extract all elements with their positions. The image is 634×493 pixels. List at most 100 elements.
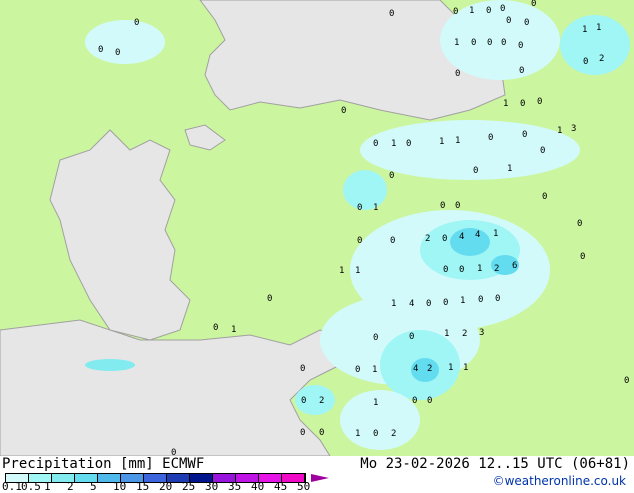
precip-value-label: 3 (571, 124, 576, 134)
precip-value-label: 0 (531, 0, 536, 9)
precip-value-label: 4 (475, 230, 480, 240)
map-title: Precipitation [mm] ECMWF (2, 456, 205, 472)
precip-value-label: 1 (448, 363, 453, 373)
precip-value-label: 0 (453, 7, 458, 17)
precip-value-label: 0 (319, 428, 324, 438)
scale-tick-label: 10 (113, 480, 127, 493)
scale-tick-label: 5 (90, 480, 97, 493)
color-scale-arrow (311, 474, 329, 482)
precip-value-label: 1 (373, 398, 378, 408)
precip-value-label: 0 (213, 323, 218, 333)
precip-value-label: 0 (522, 130, 527, 140)
precip-value-label: 0 (389, 171, 394, 181)
precip-value-label: 0 (412, 396, 417, 406)
scale-tick-label: 15 (136, 480, 150, 493)
precip-value-label: 3 (479, 328, 484, 338)
precip-value-label: 0 (524, 18, 529, 28)
precip-value-label: 1 (444, 329, 449, 339)
precip-value-label: 0 (390, 236, 395, 246)
precip-value-label: 0 (455, 69, 460, 79)
scale-tick-label: 2 (67, 480, 74, 493)
scale-tick-label: 25 (182, 480, 196, 493)
precip-value-label: 4 (459, 232, 464, 242)
precip-value-label: 4 (409, 299, 414, 309)
precip-value-label: 0 (506, 16, 511, 26)
precip-value-label: 0 (443, 298, 448, 308)
precip-value-label: 0 (537, 97, 542, 107)
precip-value-label: 1 (596, 23, 601, 33)
legend-footer: Precipitation [mm] ECMWF Mo 23-02-2026 1… (0, 456, 634, 493)
precip-value-label: 0 (455, 201, 460, 211)
precip-value-label: 0 (373, 139, 378, 149)
precip-value-label: 1 (477, 264, 482, 274)
precip-value-label: 0 (355, 365, 360, 375)
scale-tick-label: 50 (297, 480, 311, 493)
precip-value-label: 0 (583, 57, 588, 67)
precip-value-label: 1 (439, 137, 444, 147)
precip-value-label: 0 (115, 48, 120, 58)
precip-value-label: 1 (373, 203, 378, 213)
scale-tick-label: 1 (44, 480, 51, 493)
precip-value-label: 0 (580, 252, 585, 262)
valid-datetime: Mo 23-02-2026 12..15 UTC (06+81) (360, 456, 630, 472)
precip-value-label: 1 (557, 126, 562, 136)
precip-value-label: 0 (357, 203, 362, 213)
precip-value-label: 0 (473, 166, 478, 176)
precip-value-label: 0 (301, 396, 306, 406)
precip-value-label: 1 (454, 38, 459, 48)
precip-value-label: 1 (339, 266, 344, 276)
precip-value-label: 0 (426, 299, 431, 309)
precip-value-label: 0 (98, 45, 103, 55)
scale-tick-label: 0.1 (2, 480, 22, 493)
precip-value-label: 1 (372, 365, 377, 375)
precip-value-label: 0 (500, 4, 505, 14)
precip-value-label: 0 (501, 38, 506, 48)
scale-tick-label: 45 (274, 480, 288, 493)
precip-value-label: 1 (391, 139, 396, 149)
precip-value-label: 0 (488, 133, 493, 143)
precip-value-label: 0 (540, 146, 545, 156)
precip-value-label: 0 (389, 9, 394, 19)
precip-value-label: 0 (300, 364, 305, 374)
precip-value-label: 0 (134, 18, 139, 28)
precip-value-label: 1 (455, 136, 460, 146)
scale-tick-label: 40 (251, 480, 265, 493)
credit-link[interactable]: ©weatheronline.co.uk (493, 474, 626, 488)
precip-value-label: 6 (512, 261, 517, 271)
precip-value-label: 0 (442, 234, 447, 244)
precip-value-label: 0 (487, 38, 492, 48)
precip-value-label: 2 (462, 329, 467, 339)
precip-value-label: 0 (495, 294, 500, 304)
precip-value-label: 0 (440, 201, 445, 211)
precip-value-label: 0 (267, 294, 272, 304)
precip-value-label: 1 (503, 99, 508, 109)
scale-tick-label: 30 (205, 480, 219, 493)
precip-value-label: 1 (355, 266, 360, 276)
precip-value-label: 0 (373, 333, 378, 343)
precip-value-label: 2 (427, 364, 432, 374)
precip-value-label: 1 (582, 25, 587, 35)
precip-value-label: 0 (443, 265, 448, 275)
precip-value-label: 0 (542, 192, 547, 202)
scale-tick-label: 20 (159, 480, 173, 493)
precip-value-label: 2 (599, 54, 604, 64)
precip-value-label: 0 (300, 428, 305, 438)
precip-value-label: 0 (519, 66, 524, 76)
precip-value-label: 0 (409, 332, 414, 342)
precip-value-label: 0 (486, 6, 491, 16)
precip-value-label: 0 (373, 429, 378, 439)
precip-value-label: 1 (469, 6, 474, 16)
precip-value-label: 0 (459, 265, 464, 275)
precip-value-label: 0 (341, 106, 346, 116)
precip-value-label: 0 (357, 236, 362, 246)
precip-value-label: 4 (413, 364, 418, 374)
precip-value-label: 0 (518, 41, 523, 51)
precip-value-label: 0 (471, 38, 476, 48)
precip-value-label: 1 (460, 296, 465, 306)
precip-value-label: 0 (478, 295, 483, 305)
precip-value-label: 1 (507, 164, 512, 174)
precip-value-label: 0 (577, 219, 582, 229)
scale-tick-label: 0.5 (21, 480, 41, 493)
precip-value-label: 1 (391, 299, 396, 309)
precip-value-label: 0 (520, 99, 525, 109)
